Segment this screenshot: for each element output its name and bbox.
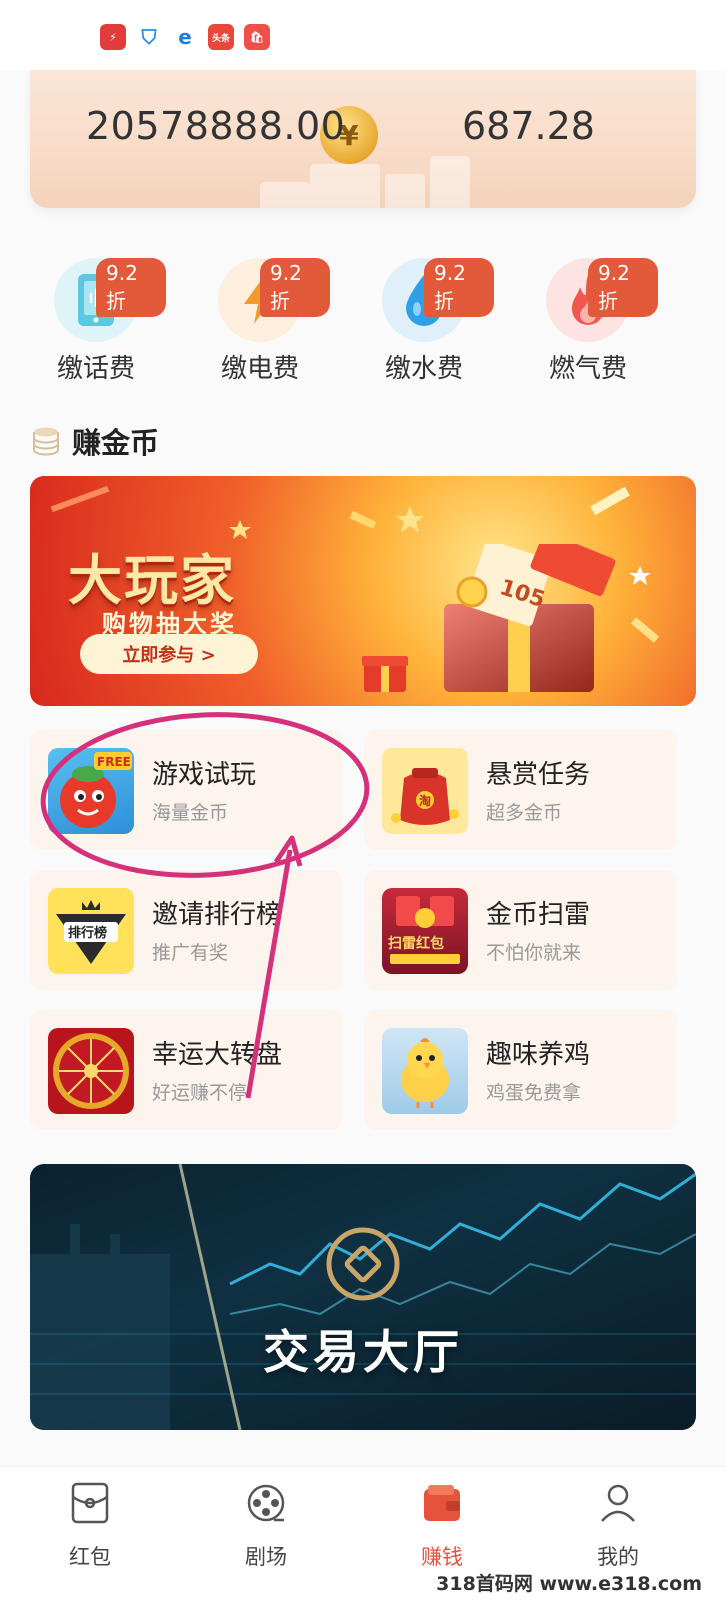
discount-badge: 9.2折 <box>260 258 330 317</box>
coin-emblem-icon <box>326 1227 400 1301</box>
discount-badge: 9.2折 <box>588 258 658 317</box>
feature-subtitle: 推广有奖 <box>152 942 229 964</box>
app-icon-red: ⚡ <box>100 24 126 50</box>
thumb-minesweeper-label: 扫雷红包 <box>388 935 444 952</box>
discount-badge: 9.2折 <box>424 258 494 317</box>
lucky-wheel-thumbnail <box>48 1028 134 1114</box>
feature-title: 游戏试玩 <box>152 760 257 790</box>
feature-title: 幸运大转盘 <box>152 1040 283 1070</box>
nav-label: 剧场 <box>245 1545 287 1569</box>
thumb-ranking-label: 排行榜 <box>68 925 107 941</box>
film-reel-icon <box>247 1484 285 1522</box>
utility-phone-bill[interactable]: 9.2折 缴话费 <box>26 250 166 390</box>
trading-hall-title: 交易大厅 <box>263 1325 463 1379</box>
thumb-free-label: FREE <box>97 755 131 769</box>
feature-title: 邀请排行榜 <box>152 900 283 930</box>
minesweeper-thumbnail: 扫雷红包 <box>382 888 468 974</box>
feature-game-trial[interactable]: FREE 游戏试玩 海量金币 <box>30 730 343 850</box>
balance-amount: 20578888.00 <box>86 104 346 148</box>
gift-box-image: 105 <box>444 544 616 692</box>
feature-title: 金币扫雷 <box>486 900 591 930</box>
nav-label: 红包 <box>69 1545 111 1569</box>
red-envelope-icon <box>71 1482 109 1524</box>
game-trial-thumbnail: FREE <box>48 748 134 834</box>
feature-coin-minesweeper[interactable]: 扫雷红包 金币扫雷 不怕你就来 <box>364 870 677 990</box>
feature-invite-ranking[interactable]: 排行榜 邀请排行榜 推广有奖 <box>30 870 343 990</box>
earn-money-page: ⚡ ⛉ e 头条 🛍 ¥ 20578888.00 687.28 9.2折 缴话费 <box>0 0 726 1608</box>
join-now-button[interactable]: 立即参与 > <box>80 634 258 674</box>
section-title: 赚金币 <box>72 426 160 460</box>
nav-profile[interactable]: 我的 <box>558 1481 678 1581</box>
coin-stack-icon <box>33 427 59 456</box>
discount-badge: 9.2折 <box>96 258 166 317</box>
feature-subtitle: 不怕你就来 <box>486 942 582 964</box>
trading-hall-banner[interactable]: 交易大厅 <box>30 1164 696 1430</box>
utility-gas-bill[interactable]: 9.2折 燃气费 <box>518 250 658 390</box>
nav-red-envelope[interactable]: 红包 <box>30 1481 150 1581</box>
utility-water-bill[interactable]: 9.2折 缴水费 <box>354 250 494 390</box>
promo-banner[interactable]: 105 大玩家 购物抽大奖 立即参与 > <box>30 476 696 706</box>
coin-balance: 687.28 <box>462 104 595 148</box>
nav-earn-money[interactable]: 赚钱 <box>382 1481 502 1581</box>
shield-icon: ⛉ <box>136 24 162 50</box>
chicken-farm-thumbnail <box>382 1028 468 1114</box>
feature-subtitle: 海量金币 <box>152 802 229 824</box>
feature-title: 悬赏任务 <box>486 760 591 790</box>
status-notification-icons: ⚡ ⛉ e 头条 🛍 <box>100 24 270 50</box>
utility-label: 缴电费 <box>220 354 299 384</box>
utility-payments: 9.2折 缴话费 9.2折 缴电费 9.2折 缴水费 9.2折 燃气费 <box>0 250 726 390</box>
section-header: 赚金币 <box>30 420 159 462</box>
feature-title: 趣味养鸡 <box>486 1040 591 1070</box>
feature-chicken-farm[interactable]: 趣味养鸡 鸡蛋免费拿 <box>364 1010 677 1130</box>
feature-subtitle: 超多金币 <box>486 802 563 824</box>
svg-text:淘: 淘 <box>419 793 431 808</box>
utility-label: 缴水费 <box>384 354 463 384</box>
wallet-icon <box>424 1485 460 1521</box>
feature-subtitle: 好运赚不停 <box>152 1082 248 1104</box>
site-watermark: 318首码网 www.e318.com <box>430 1567 708 1598</box>
browser-icon: e <box>172 24 198 50</box>
balance-card[interactable]: ¥ 20578888.00 687.28 <box>30 70 696 208</box>
utility-label: 燃气费 <box>548 354 627 384</box>
invite-ranking-thumbnail: 排行榜 <box>48 888 134 974</box>
feature-subtitle: 鸡蛋免费拿 <box>486 1082 582 1104</box>
user-icon <box>601 1484 635 1522</box>
utility-label: 缴话费 <box>56 354 135 384</box>
utility-electricity-bill[interactable]: 9.2折 缴电费 <box>190 250 330 390</box>
nav-theater[interactable]: 剧场 <box>206 1481 326 1581</box>
small-gift-icon <box>362 656 408 692</box>
feature-lucky-wheel[interactable]: 幸运大转盘 好运赚不停 <box>30 1010 343 1130</box>
shop-icon: 🛍 <box>244 24 270 50</box>
status-bar: ⚡ ⛉ e 头条 🛍 <box>0 0 726 70</box>
toutiao-icon: 头条 <box>208 24 234 50</box>
card-decoration <box>260 148 480 208</box>
reward-task-thumbnail: 淘 <box>382 748 468 834</box>
feature-reward-task[interactable]: 淘 悬赏任务 超多金币 <box>364 730 677 850</box>
